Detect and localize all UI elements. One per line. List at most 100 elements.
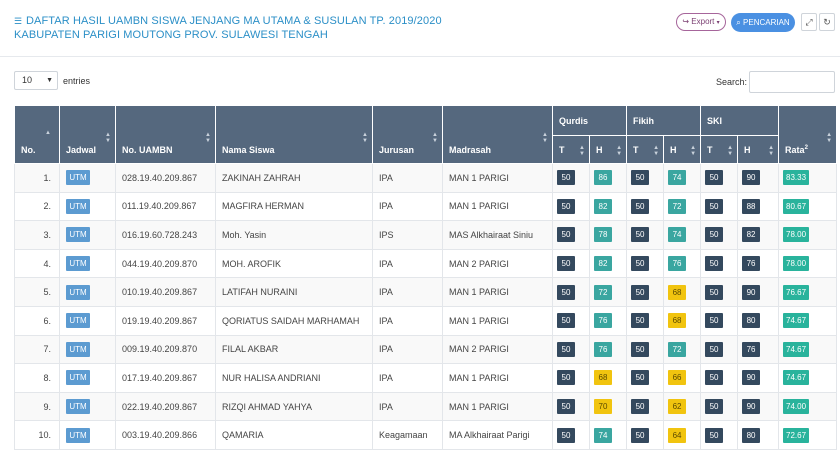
sort-icon: ▲ ▼ bbox=[690, 145, 697, 157]
average-badge: 83.33 bbox=[783, 170, 810, 186]
col-no[interactable]: No. ▲ bbox=[14, 105, 60, 164]
col-nama-siswa[interactable]: Nama Siswa ▲ ▼ bbox=[215, 105, 373, 164]
sort-icon: ▲ ▼ bbox=[432, 132, 438, 144]
average-badge: 74.67 bbox=[783, 313, 810, 329]
cell-jurusan: IPS bbox=[372, 220, 443, 250]
entries-label: entries bbox=[63, 76, 91, 86]
cell-nama-siswa: LATIFAH NURAINI bbox=[215, 277, 373, 307]
cell-no-uambn: 010.19.40.209.867 bbox=[115, 277, 216, 307]
cell-fikih-t: 50 bbox=[626, 163, 665, 193]
cell-rata: 74.67 bbox=[778, 363, 838, 393]
jadwal-badge: UTM bbox=[66, 399, 90, 415]
expand-icon: ⤢ bbox=[805, 17, 813, 27]
score-badge: 50 bbox=[705, 284, 724, 300]
col-ski-t[interactable]: T ▲ ▼ bbox=[700, 135, 739, 164]
cell-qurdis-t: 50 bbox=[552, 191, 590, 222]
average-badge: 74.67 bbox=[783, 370, 810, 386]
table-row: 6. UTM 019.19.40.209.867 QORIATUS SAIDAH… bbox=[14, 305, 838, 336]
score-badge: 78 bbox=[594, 227, 612, 243]
cell-ski-h: 80 bbox=[737, 420, 780, 450]
col-fikih-t[interactable]: T ▲ ▼ bbox=[626, 135, 665, 164]
average-badge: 74.67 bbox=[783, 341, 810, 357]
col-jadwal[interactable]: Jadwal ▲ ▼ bbox=[59, 105, 116, 164]
col-no-uambn[interactable]: No. UAMBN ▲ ▼ bbox=[115, 105, 216, 164]
search-toggle-button[interactable]: ⌕ PENCARIAN bbox=[731, 13, 795, 32]
score-badge: 50 bbox=[631, 341, 650, 357]
cell-ski-t: 50 bbox=[700, 163, 739, 193]
col-qurdis-t[interactable]: T ▲ ▼ bbox=[552, 135, 590, 164]
score-badge: 68 bbox=[668, 313, 687, 329]
cell-no-uambn: 003.19.40.209.866 bbox=[115, 420, 216, 450]
score-badge: 50 bbox=[557, 341, 575, 357]
score-badge: 50 bbox=[557, 227, 575, 243]
cell-jurusan: IPA bbox=[372, 391, 443, 422]
cell-ski-h: 82 bbox=[737, 220, 780, 250]
col-ski-h[interactable]: H ▲ ▼ bbox=[737, 135, 780, 164]
rata-superscript: 2 bbox=[804, 145, 808, 151]
reload-button[interactable]: ↻ bbox=[819, 13, 835, 31]
cell-ski-h: 90 bbox=[737, 391, 780, 422]
score-badge: 50 bbox=[705, 198, 724, 214]
cell-fikih-t: 50 bbox=[626, 420, 665, 450]
cell-ski-t: 50 bbox=[700, 220, 739, 250]
score-badge: 50 bbox=[631, 313, 650, 329]
cell-rata: 78.00 bbox=[778, 220, 838, 250]
cell-jadwal: UTM bbox=[59, 248, 116, 279]
cell-jadwal: UTM bbox=[59, 391, 116, 422]
score-badge: 82 bbox=[594, 256, 612, 272]
cell-madrasah: MAN 1 PARIGI bbox=[442, 363, 553, 393]
sort-icon: ▲ ▼ bbox=[205, 132, 211, 144]
cell-qurdis-t: 50 bbox=[552, 363, 590, 393]
cell-qurdis-h: 82 bbox=[588, 248, 628, 279]
score-badge: 70 bbox=[594, 399, 612, 415]
score-badge: 76 bbox=[668, 256, 687, 272]
title-line-1: DAFTAR HASIL UAMBN SISWA JENJANG MA UTAM… bbox=[26, 15, 442, 27]
score-badge: 88 bbox=[742, 198, 761, 214]
cell-rata: 78.00 bbox=[778, 248, 838, 279]
score-badge: 50 bbox=[705, 341, 724, 357]
page-length-select[interactable]: 10 ▼ bbox=[14, 71, 58, 90]
col-qurdis-h[interactable]: H ▲ ▼ bbox=[588, 135, 628, 164]
cell-madrasah: MAN 2 PARIGI bbox=[442, 248, 553, 279]
cell-ski-t: 50 bbox=[700, 277, 739, 307]
cell-ski-t: 50 bbox=[700, 420, 739, 450]
score-badge: 50 bbox=[705, 370, 724, 386]
score-badge: 50 bbox=[557, 399, 575, 415]
score-badge: 50 bbox=[705, 256, 724, 272]
score-badge: 50 bbox=[705, 170, 724, 186]
search-input[interactable] bbox=[749, 71, 835, 93]
col-rata[interactable]: Rata2 ▲ ▼ bbox=[778, 105, 838, 164]
cell-rata: 80.67 bbox=[778, 191, 838, 222]
cell-jadwal: UTM bbox=[59, 191, 116, 222]
score-badge: 50 bbox=[705, 227, 724, 243]
cell-qurdis-t: 50 bbox=[552, 220, 590, 250]
score-badge: 62 bbox=[668, 399, 687, 415]
cell-ski-t: 50 bbox=[700, 391, 739, 422]
cell-jadwal: UTM bbox=[59, 163, 116, 193]
cell-no: 4. bbox=[14, 248, 60, 279]
list-icon: ☰ bbox=[14, 16, 23, 26]
page-header: ☰ DAFTAR HASIL UAMBN SISWA JENJANG MA UTA… bbox=[0, 0, 840, 57]
cell-madrasah: MA Alkhairaat Parigi bbox=[442, 420, 553, 450]
table-row: 2. UTM 011.19.40.209.867 MAGFIRA HERMAN … bbox=[14, 191, 838, 222]
score-badge: 66 bbox=[668, 370, 687, 386]
score-badge: 50 bbox=[631, 427, 650, 443]
jadwal-badge: UTM bbox=[66, 341, 90, 357]
export-button[interactable]: ↪ Export ▾ bbox=[676, 13, 726, 31]
cell-madrasah: MAS Alkhairaat Siniu bbox=[442, 220, 553, 250]
fullscreen-button[interactable]: ⤢ bbox=[801, 13, 817, 31]
cell-qurdis-t: 50 bbox=[552, 277, 590, 307]
sort-icon: ▲ ▼ bbox=[542, 132, 548, 144]
score-badge: 82 bbox=[742, 227, 761, 243]
score-badge: 64 bbox=[668, 427, 687, 443]
score-badge: 72 bbox=[668, 341, 687, 357]
cell-qurdis-h: 76 bbox=[588, 305, 628, 336]
score-badge: 50 bbox=[705, 313, 724, 329]
cell-ski-t: 50 bbox=[700, 248, 739, 279]
score-badge: 82 bbox=[594, 198, 612, 214]
col-fikih-h[interactable]: H ▲ ▼ bbox=[663, 135, 702, 164]
sort-icon: ▲ ▼ bbox=[727, 145, 734, 157]
cell-nama-siswa: QAMARIA bbox=[215, 420, 373, 450]
col-jurusan[interactable]: Jurusan ▲ ▼ bbox=[372, 105, 443, 164]
col-madrasah[interactable]: Madrasah ▲ ▼ bbox=[442, 105, 553, 164]
